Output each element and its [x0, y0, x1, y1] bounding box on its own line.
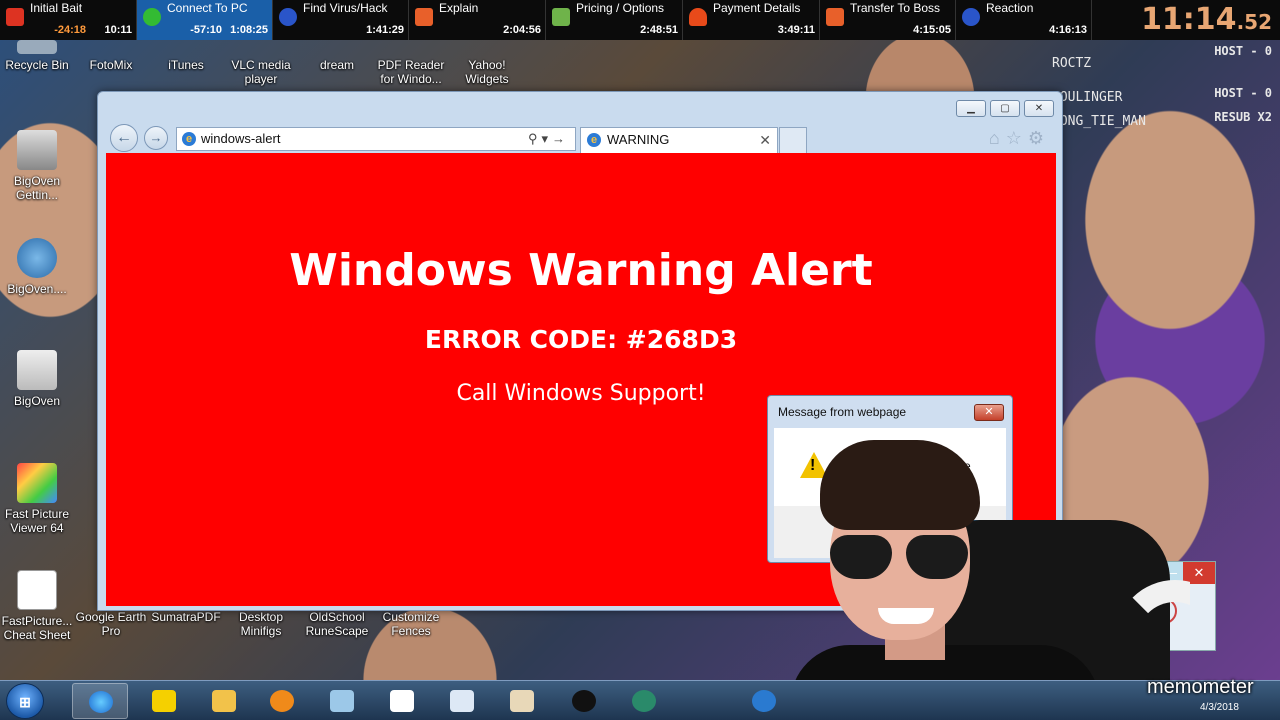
go-arrow-icon[interactable]: →	[552, 131, 569, 146]
window-controls: ▁ ▢ ✕	[956, 100, 1054, 117]
taskbar-media-player[interactable]	[254, 683, 310, 719]
desktop-icon-oldschool-runescape[interactable]: OldSchool RuneScape	[300, 610, 374, 638]
desktop-icon-sumatrapdf[interactable]: SumatraPDF	[149, 610, 223, 624]
leaderboard-row: LONG_TIE_MAN RESUB X2	[1052, 110, 1272, 129]
split-reaction: Reaction 4:16:13	[956, 0, 1092, 40]
desktop-icon-pdf-reader[interactable]: PDF Reader for Windo...	[374, 40, 448, 86]
webcam-overlay	[790, 430, 1190, 720]
teamviewer-icon	[632, 690, 656, 712]
desktop-icon-fastpicture-cheat-sheet[interactable]: FastPicture... Cheat Sheet	[0, 570, 74, 642]
new-tab-button[interactable]	[779, 127, 807, 153]
taskbar-pdf[interactable]	[136, 683, 192, 719]
back-button[interactable]: ←	[110, 124, 138, 152]
browser-toolbar-icons: ⌂☆⚙	[989, 128, 1050, 149]
internet-explorer-icon	[89, 691, 113, 713]
taskbar-app-5[interactable]	[314, 683, 370, 719]
streamer-hair	[820, 440, 980, 530]
desktop-icon-bigoven-getting[interactable]: BigOven Gettin...	[0, 130, 74, 202]
desktop-icon-recycle-bin[interactable]: Recycle Bin	[0, 40, 74, 72]
desktop-icon-itunes[interactable]: iTunes	[149, 40, 223, 72]
browser-tab[interactable]: e WARNING ✕	[580, 127, 778, 153]
taskbar-solitaire[interactable]	[374, 683, 430, 719]
page-headline: Windows Warning Alert	[289, 245, 873, 296]
error-code: ERROR CODE: #268D3	[424, 325, 738, 354]
tray-date: 4/3/2018	[1200, 702, 1239, 713]
media-player-icon	[270, 690, 294, 712]
taskbar-mahjong[interactable]	[494, 683, 550, 719]
split-connect-to-pc: Connect To PC -57:10 1:08:25	[137, 0, 273, 40]
taskbar-internet-explorer[interactable]	[72, 683, 128, 719]
desktop-icon-yahoo-widgets[interactable]: Yahoo! Widgets	[450, 40, 524, 86]
sunglasses	[830, 535, 970, 579]
taskbar-teamviewer[interactable]	[616, 683, 672, 719]
split-pricing: Pricing / Options 2:48:51	[546, 0, 683, 40]
document-icon	[450, 690, 474, 712]
split-explain: Explain 2:04:56	[409, 0, 546, 40]
favorites-star-icon[interactable]: ☆	[1006, 128, 1028, 148]
tiles-icon	[510, 690, 534, 712]
leaderboard-row: ROCTZ HOST - 0	[1052, 44, 1272, 71]
globe-icon	[752, 690, 776, 712]
forward-arrow-icon: →	[149, 130, 163, 145]
split-find-virus: Find Virus/Hack 1:41:29	[273, 0, 409, 40]
gear-icon[interactable]: ⚙	[1028, 128, 1050, 148]
taskbar: ⊞	[0, 680, 1280, 720]
tab-close-icon[interactable]: ✕	[759, 128, 771, 152]
taskbar-dell[interactable]	[556, 683, 612, 719]
dialog-title: Message from webpage	[778, 405, 907, 419]
window-icon	[330, 690, 354, 712]
back-arrow-icon: ←	[116, 129, 132, 146]
dell-icon	[572, 690, 596, 712]
minimize-button[interactable]: ▁	[956, 100, 986, 117]
split-initial-bait: Initial Bait -24:18 10:11	[0, 0, 137, 40]
desktop-icon-desktop-minifigs[interactable]: Desktop Minifigs	[224, 610, 298, 638]
maximize-button[interactable]: ▢	[990, 100, 1020, 117]
split-payment: Payment Details 3:49:11	[683, 0, 820, 40]
chat-leaderboard: ROCTZ HOST - 0 SOULINGER HOST - 0 LONG_TIE…	[1048, 44, 1280, 129]
address-text: windows-alert	[201, 131, 281, 146]
desktop-icon-bigoven[interactable]: BigOven	[0, 350, 74, 408]
pdf-icon	[152, 690, 176, 712]
dialog-close-button[interactable]: ✕	[974, 404, 1004, 421]
leaderboard-row: SOULINGER HOST - 0	[1052, 86, 1272, 105]
desktop-icon-dream[interactable]: dream	[300, 40, 374, 72]
taskbar-app-7[interactable]	[434, 683, 490, 719]
desktop-icon-bigoven-2[interactable]: BigOven....	[0, 238, 74, 296]
folder-icon	[212, 690, 236, 712]
taskbar-app-11[interactable]	[736, 683, 792, 719]
address-tools[interactable]: ⚲▾→	[528, 128, 569, 150]
cards-icon	[390, 690, 414, 712]
close-button[interactable]: ✕	[1024, 100, 1054, 117]
taskbar-explorer[interactable]	[196, 683, 252, 719]
search-icon[interactable]: ⚲	[528, 131, 542, 146]
dropdown-icon[interactable]: ▾	[541, 131, 552, 146]
address-bar[interactable]: e windows-alert ⚲▾→	[176, 127, 576, 151]
stream-timer: 11:14.52	[1141, 2, 1272, 37]
desktop-icon-customize-fences[interactable]: Customize Fences	[374, 610, 448, 638]
desktop-icon-google-earth[interactable]: Google Earth Pro	[74, 610, 148, 638]
desktop-icon-vlc[interactable]: VLC media player	[224, 40, 298, 86]
split-transfer: Transfer To Boss 4:15:05	[820, 0, 956, 40]
streamer-smile	[878, 608, 934, 624]
ie-page-icon: e	[182, 132, 196, 146]
ie-tab-icon: e	[587, 133, 601, 147]
home-icon[interactable]: ⌂	[989, 128, 1006, 148]
desktop-icon-fotomix[interactable]: FotoMix	[74, 40, 148, 72]
memometer-label: memometer	[1147, 676, 1254, 698]
desktop-icon-fast-picture-viewer[interactable]: Fast Picture Viewer 64	[0, 463, 74, 535]
forward-button[interactable]: →	[144, 126, 168, 150]
stream-split-bar: Initial Bait -24:18 10:11 Connect To PC …	[0, 0, 1280, 40]
tab-title: WARNING	[607, 132, 670, 147]
start-button[interactable]: ⊞	[6, 683, 44, 719]
